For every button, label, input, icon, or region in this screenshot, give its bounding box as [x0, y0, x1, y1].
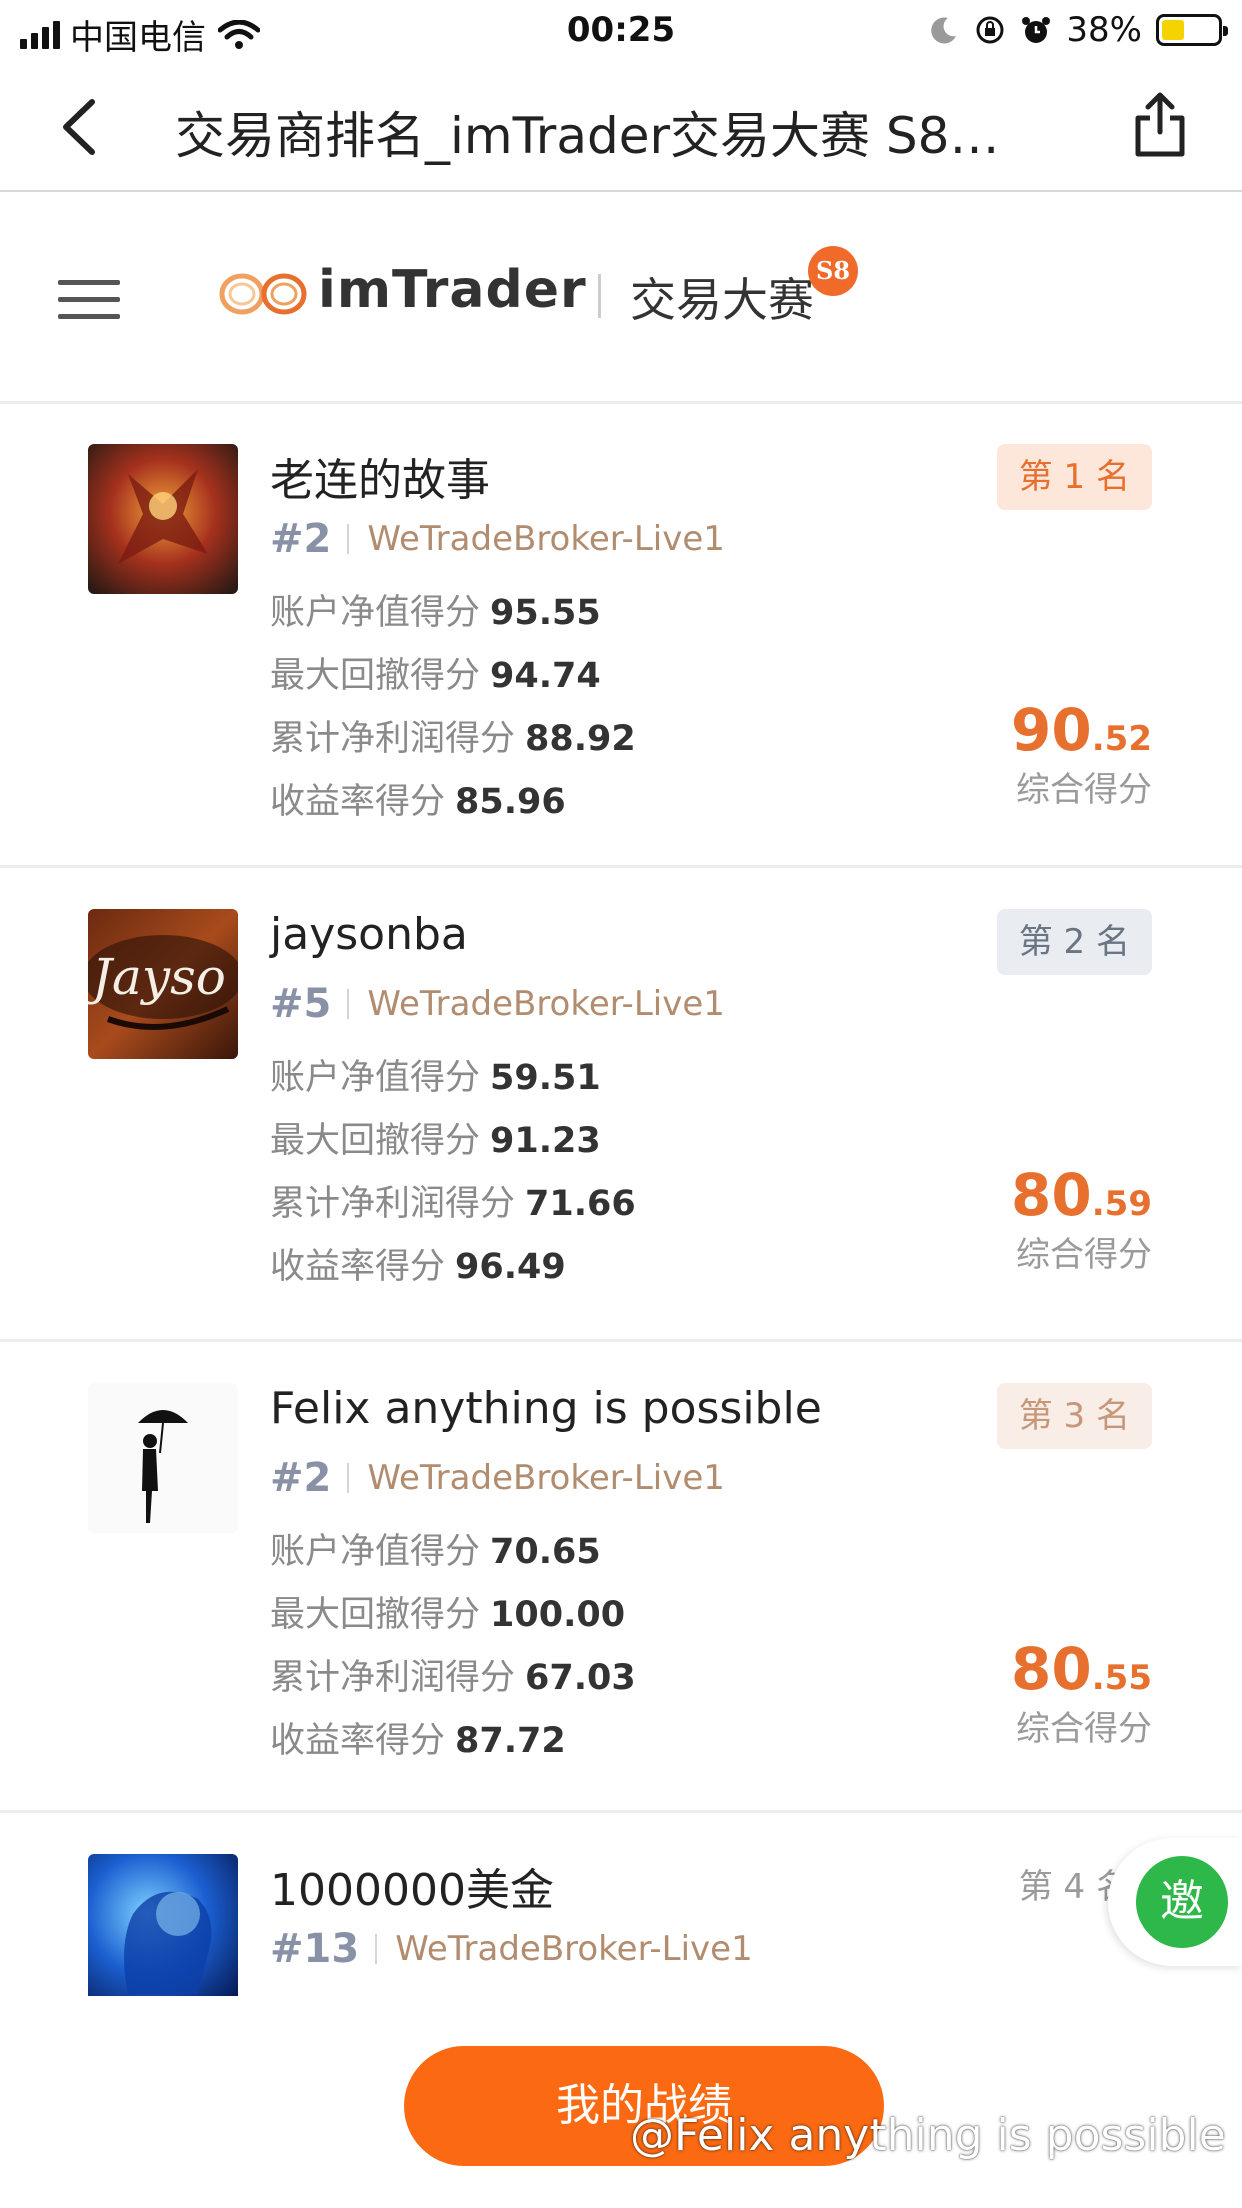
season-badge: S8 [808, 246, 858, 296]
logo-text: imTrader [318, 260, 587, 320]
total-score-dec: .52 [1091, 719, 1152, 759]
trader-name: jaysonba [270, 909, 468, 960]
logo-divider [598, 274, 601, 318]
trader-name: 老连的故事 [270, 455, 490, 506]
total-score-int: 80 [1011, 1635, 1092, 1703]
total-score-label: 综合得分 [1016, 1709, 1152, 1749]
imtrader-logo-icon [219, 273, 307, 315]
score-value: 96.49 [455, 1247, 566, 1287]
total-score: 90.52 综合得分 [1011, 696, 1152, 811]
total-score: 80.55 综合得分 [1011, 1635, 1152, 1750]
total-score: 80.59 综合得分 [1011, 1161, 1152, 1276]
broker-name: WeTradeBroker-Live1 [367, 984, 725, 1024]
score-label: 累计净利润得分 [270, 719, 516, 759]
nav-bar: 交易商排名_imTrader交易大赛 S8… [0, 62, 1242, 192]
rank-badge: 第 3 名 [996, 1383, 1152, 1449]
chevron-left-icon[interactable] [52, 92, 112, 162]
trader-name: 1000000美金 [270, 1865, 554, 1916]
trader-number: #2 [270, 1455, 332, 1501]
score-value: 70.65 [490, 1532, 601, 1572]
total-score-dec: .59 [1091, 1184, 1152, 1224]
share-icon[interactable] [1130, 90, 1190, 160]
total-score-label: 综合得分 [1016, 770, 1152, 810]
score-value: 95.55 [490, 593, 601, 633]
ranking-card[interactable]: 1000000美金 #13 WeTradeBroker-Live1 第 4 名 [0, 1816, 1242, 2006]
score-value: 87.72 [455, 1721, 566, 1761]
battery-percent: 38% [1066, 10, 1142, 50]
contest-title: 交易大赛 [630, 273, 814, 327]
ranking-card[interactable]: Felix anything is possible #2 WeTradeBro… [0, 1345, 1242, 1813]
score-label: 最大回撤得分 [270, 1595, 481, 1635]
score-label: 收益率得分 [270, 1721, 446, 1761]
battery-icon [1156, 14, 1228, 46]
score-value: 94.74 [490, 656, 601, 696]
broker-name: WeTradeBroker-Live1 [395, 1929, 753, 1969]
score-label: 累计净利润得分 [270, 1184, 516, 1224]
page-title: 交易商排名_imTrader交易大赛 S8… [175, 107, 1000, 165]
score-value: 91.23 [490, 1121, 601, 1161]
score-label: 账户净值得分 [270, 1532, 481, 1572]
rank-badge: 第 1 名 [996, 444, 1152, 510]
trader-number: #13 [270, 1926, 360, 1972]
alarm-icon [1022, 17, 1051, 43]
total-score-int: 80 [1011, 1161, 1092, 1229]
broker-name: WeTradeBroker-Live1 [367, 1458, 725, 1498]
ranking-card[interactable]: Jayso jaysonba #5 WeTradeBroker-Live1 账户… [0, 871, 1242, 1342]
score-label: 最大回撤得分 [270, 656, 481, 696]
moon-icon [931, 17, 957, 44]
score-value: 59.51 [490, 1058, 601, 1098]
rank-badge: 第 2 名 [996, 909, 1152, 975]
score-value: 100.00 [490, 1595, 626, 1635]
trader-number: #5 [270, 981, 332, 1027]
invite-button[interactable]: 邀 [1136, 1856, 1228, 1948]
rotation-lock-icon [976, 16, 1004, 44]
brand-header: imTrader 交易大赛 S8 [0, 194, 1242, 404]
score-value: 85.96 [455, 782, 566, 822]
total-score-int: 90 [1011, 696, 1092, 764]
trader-name: Felix anything is possible [270, 1383, 822, 1434]
avatar [88, 444, 238, 594]
total-score-dec: .55 [1091, 1658, 1152, 1698]
status-bar: 中国电信 00:25 38% [0, 0, 1242, 62]
score-label: 收益率得分 [270, 1247, 446, 1287]
broker-name: WeTradeBroker-Live1 [367, 519, 725, 559]
watermark: @Felix anything is possible [630, 2110, 1226, 2161]
score-label: 收益率得分 [270, 782, 446, 822]
avatar: Jayso [88, 909, 238, 1059]
total-score-label: 综合得分 [1016, 1235, 1152, 1275]
menu-icon[interactable] [58, 280, 120, 320]
score-value: 88.92 [525, 719, 636, 759]
score-value: 71.66 [525, 1184, 636, 1224]
score-label: 最大回撤得分 [270, 1121, 481, 1161]
trader-number: #2 [270, 516, 332, 562]
invite-float[interactable]: 邀 [1108, 1838, 1242, 1966]
score-label: 账户净值得分 [270, 593, 481, 633]
ranking-card[interactable]: 老连的故事 #2 WeTradeBroker-Live1 账户净值得分 95.55… [0, 406, 1242, 868]
score-value: 67.03 [525, 1658, 636, 1698]
avatar [88, 1854, 238, 1996]
svg-text:Jayso: Jayso [88, 948, 226, 1006]
avatar [88, 1383, 238, 1533]
score-label: 账户净值得分 [270, 1058, 481, 1098]
score-label: 累计净利润得分 [270, 1658, 516, 1698]
